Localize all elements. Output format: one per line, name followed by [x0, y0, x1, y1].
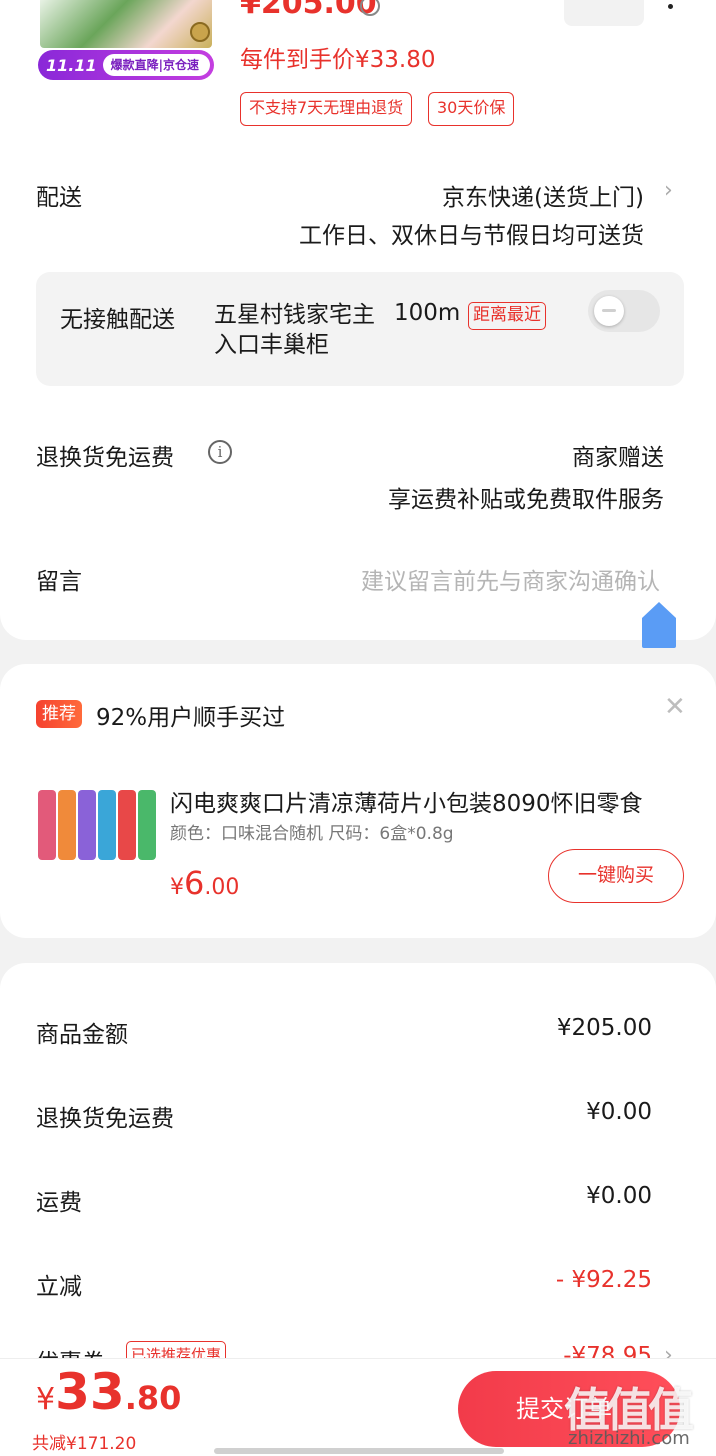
- contactless-toggle[interactable]: [588, 290, 660, 332]
- double-eleven-promo-badge: 11.11 爆款直降|京仓速发: [38, 50, 214, 80]
- price-protect-tag: 30天价保: [428, 92, 515, 126]
- summary-value-return: ¥0.00: [586, 1099, 652, 1125]
- recommend-product-spec: 颜色：口味混合随机 尺码：6盒*0.8g: [170, 824, 454, 844]
- pack-6: [138, 790, 156, 860]
- delivery-method[interactable]: 京东快递(送货上门): [442, 178, 644, 212]
- recommendation-card: 推荐 92%用户顺手买过 ✕ 闪电爽爽口片清凉薄荷片小包装8090怀旧零食 颜色…: [0, 664, 716, 938]
- recommend-title: 92%用户顺手买过: [96, 705, 286, 731]
- pack-4: [98, 790, 116, 860]
- price-summary-card: 商品金额 ¥205.00 退换货免运费 ¥0.00 运费 ¥0.00 立减 - …: [0, 963, 716, 1376]
- unit-final-price: 每件到手价¥33.80: [240, 47, 436, 73]
- recommend-price: ¥6.00: [170, 864, 239, 902]
- return-shipping-label: 退换货免运费: [36, 445, 174, 471]
- message-input[interactable]: 建议留言前先与商家沟通确认: [361, 562, 660, 596]
- price-info-icon[interactable]: [360, 0, 380, 16]
- message-label: 留言: [36, 569, 82, 595]
- pack-1: [38, 790, 56, 860]
- recommend-price-symbol: ¥: [170, 875, 184, 900]
- pack-3: [78, 790, 96, 860]
- product-price: ¥205.00: [240, 0, 377, 21]
- recommend-product-name[interactable]: 闪电爽爽口片清凉薄荷片小包装8090怀旧零食: [170, 784, 680, 818]
- summary-label-discount: 立减: [36, 1274, 82, 1300]
- total-price: ¥33.80: [36, 1363, 181, 1421]
- summary-value-goods: ¥205.00: [556, 1015, 652, 1041]
- no-return-tag: 不支持7天无理由退货: [240, 92, 413, 126]
- home-indicator[interactable]: [214, 1448, 504, 1454]
- chevron-right-icon[interactable]: ›: [664, 178, 673, 203]
- one-click-buy-button[interactable]: 一键购买: [548, 849, 684, 903]
- close-icon[interactable]: ✕: [664, 692, 686, 722]
- info-circle-icon[interactable]: i: [208, 440, 232, 464]
- recommend-product-image[interactable]: [36, 776, 158, 868]
- more-icon[interactable]: [668, 0, 674, 14]
- nearest-badge: 距离最近: [468, 302, 546, 330]
- delivery-label: 配送: [36, 185, 82, 211]
- total-yen: ¥: [36, 1382, 56, 1417]
- total-saved: 共减¥171.20: [32, 1434, 137, 1454]
- locker-distance: 100m: [394, 300, 461, 326]
- promo-badge-1111: 11.11: [46, 55, 97, 75]
- recommend-price-dec: .00: [204, 875, 240, 900]
- pack-5: [118, 790, 136, 860]
- summary-value-discount: - ¥92.25: [555, 1267, 652, 1293]
- total-dec: .80: [124, 1379, 182, 1417]
- locker-address: 五星村钱家宅主入口丰巢柜: [214, 302, 375, 358]
- total-int: 33: [55, 1363, 125, 1421]
- pack-2: [58, 790, 76, 860]
- contactless-title: 无接触配送: [60, 307, 175, 333]
- summary-label-goods: 商品金额: [36, 1022, 128, 1048]
- order-detail-card: 11.11 爆款直降|京仓速发 ¥205.00 每件到手价¥33.80 不支持7…: [0, 0, 716, 648]
- summary-value-shipping: ¥0.00: [586, 1183, 652, 1209]
- home-icon[interactable]: [640, 600, 678, 648]
- contactless-delivery-panel: 无接触配送 五星村钱家宅主入口丰巢柜 100m 距离最近: [36, 272, 684, 386]
- recommend-price-int: 6: [184, 864, 205, 902]
- summary-label-shipping: 运费: [36, 1190, 82, 1216]
- recommend-badge: 推荐: [36, 700, 82, 728]
- site-watermark: 值值值 zhizhizhi.com: [564, 1374, 716, 1456]
- return-shipping-sub: 享运费补贴或免费取件服务: [388, 487, 664, 513]
- quantity-stepper[interactable]: [564, 0, 644, 26]
- summary-label-return: 退换货免运费: [36, 1106, 174, 1132]
- watermark-url: zhizhizhi.com: [568, 1428, 690, 1449]
- promo-badge-text: 爆款直降|京仓速发: [102, 54, 210, 76]
- product-thumbnail[interactable]: [40, 0, 212, 48]
- delivery-schedule: 工作日、双休日与节假日均可送货: [299, 223, 644, 249]
- coin-decoration: [190, 22, 210, 42]
- return-shipping-value: 商家赠送: [572, 445, 664, 471]
- toggle-knob: [594, 296, 624, 326]
